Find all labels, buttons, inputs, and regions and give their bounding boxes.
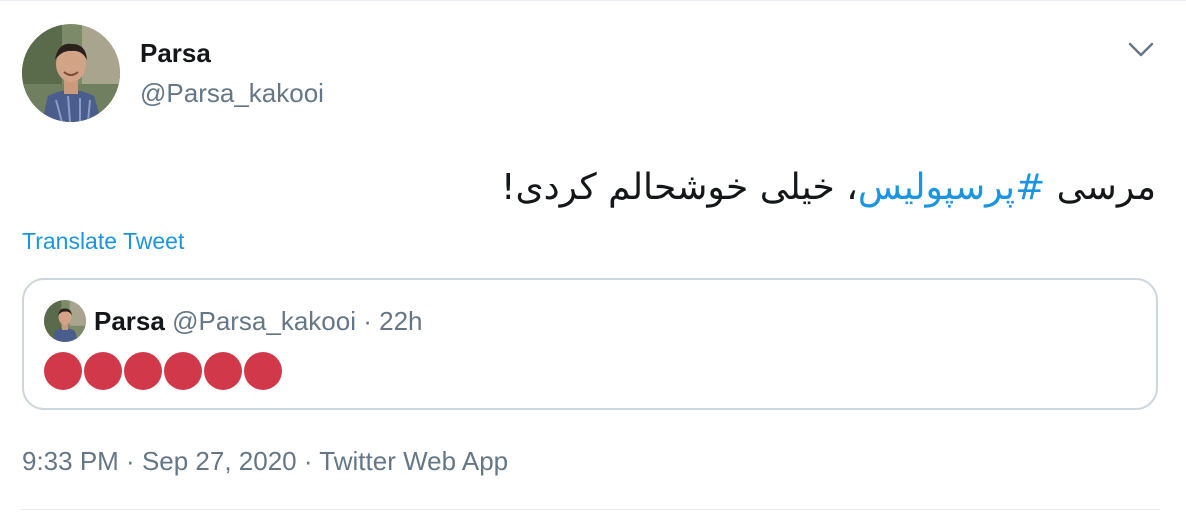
chevron-down-icon[interactable] — [1124, 32, 1158, 66]
tweet-date[interactable]: Sep 27, 2020 — [142, 446, 297, 476]
quoted-handle: @Parsa_kakooi — [172, 306, 357, 336]
meta-separator: · — [118, 446, 142, 476]
tweet-text-end: ، خیلی خوشحالم کردی! — [501, 167, 858, 208]
author-handle[interactable]: @Parsa_kakooi — [140, 76, 324, 110]
quoted-avatar — [44, 300, 86, 342]
quoted-tweet-card[interactable]: Parsa @Parsa_kakooi · 22h — [22, 278, 1158, 410]
tweet-text: مرسی #پرسپولیس، خیلی خوشحالم کردی! — [56, 160, 1156, 216]
tweet-metadata: 9:33 PM · Sep 27, 2020 · Twitter Web App — [22, 444, 508, 478]
quoted-tweet-text — [44, 352, 282, 390]
translate-tweet-link[interactable]: Translate Tweet — [22, 226, 184, 256]
red-circle-emoji — [204, 352, 242, 390]
red-circle-emoji — [84, 352, 122, 390]
red-circle-emoji — [44, 352, 82, 390]
tweet-text-start: مرسی — [1045, 167, 1156, 208]
quoted-time: 22h — [379, 306, 423, 336]
quoted-display-name: Parsa — [94, 306, 165, 336]
avatar[interactable] — [22, 24, 120, 122]
tweet-source[interactable]: Twitter Web App — [319, 446, 508, 476]
quoted-separator: · — [356, 306, 380, 336]
meta-separator: · — [296, 446, 320, 476]
red-circle-emoji — [124, 352, 162, 390]
avatar-image — [22, 24, 120, 122]
top-divider — [0, 0, 1186, 1]
hashtag-link[interactable]: #پرسپولیس — [858, 167, 1045, 208]
bottom-divider — [20, 509, 1160, 510]
tweet-time[interactable]: 9:33 PM — [22, 446, 119, 476]
quoted-tweet-header: Parsa @Parsa_kakooi · 22h — [94, 304, 423, 338]
quoted-avatar-image — [44, 300, 86, 342]
author-display-name[interactable]: Parsa — [140, 36, 211, 70]
red-circle-emoji — [164, 352, 202, 390]
tweet-detail: Parsa @Parsa_kakooi مرسی #پرسپولیس، خیلی… — [0, 0, 1186, 512]
red-circle-emoji — [244, 352, 282, 390]
